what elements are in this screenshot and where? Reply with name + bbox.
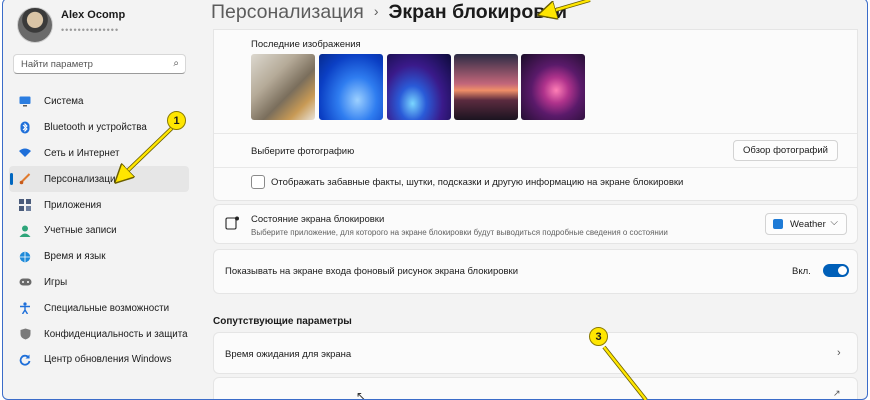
related-settings-title: Сопутствующие параметры [213, 316, 352, 327]
screen-timeout-label: Время ожидания для экрана [225, 349, 352, 360]
search-placeholder: Найти параметр [21, 59, 93, 70]
sidebar-item-time-language[interactable]: Время и язык [9, 244, 189, 270]
chevron-down-icon: ⌵ [830, 217, 838, 228]
search-icon[interactable]: ⌕ [173, 58, 179, 69]
sidebar-item-accounts[interactable]: Учетные записи [9, 218, 189, 244]
annotation-marker-3: 3 [589, 327, 608, 346]
lock-status-title: Состояние экрана блокировки [251, 214, 385, 225]
sidebar-item-label: Персонализация [44, 173, 121, 185]
sidebar-item-label: Время и язык [44, 251, 106, 263]
toggle-state-label: Вкл. [792, 266, 811, 277]
sidebar-item-label: Специальные возможности [44, 302, 170, 314]
screensaver-row[interactable] [213, 377, 858, 399]
search-input[interactable]: Найти параметр ⌕ [13, 54, 186, 74]
recent-image-thumbnail[interactable] [454, 54, 518, 120]
accessibility-icon [18, 301, 32, 315]
breadcrumb-separator: › [373, 3, 379, 19]
sidebar-item-label: Приложения [44, 199, 102, 211]
apps-icon [18, 198, 32, 212]
lock-status-app-select[interactable]: Weather ⌵ [765, 213, 847, 235]
gamepad-icon [18, 275, 32, 289]
brush-icon [18, 172, 32, 186]
bluetooth-icon [18, 121, 32, 135]
avatar[interactable] [17, 7, 53, 43]
signin-background-toggle[interactable] [823, 264, 849, 277]
sidebar-item-label: Учетные записи [44, 225, 117, 237]
divider [214, 133, 857, 134]
recent-image-thumbnail[interactable] [319, 54, 383, 120]
sidebar-item-accessibility[interactable]: Специальные возможности [9, 295, 189, 321]
external-link-icon: ↗ [833, 388, 841, 398]
wifi-icon [18, 146, 32, 160]
sidebar-item-label: Игры [44, 276, 68, 288]
recent-image-thumbnail[interactable] [251, 54, 315, 120]
recent-image-thumbnail[interactable] [387, 54, 451, 120]
toggle-knob [838, 266, 847, 275]
sidebar-item-label: Конфиденциальность и защита [44, 328, 188, 340]
globe-clock-icon [18, 250, 32, 264]
sidebar-item-label: Центр обновления Windows [44, 354, 172, 366]
choose-photo-label: Выберите фотографию [251, 146, 355, 157]
sidebar-item-privacy[interactable]: Конфиденциальность и защита [9, 321, 189, 347]
sidebar-item-label: Bluetooth и устройства [44, 122, 147, 134]
lock-status-description: Выберите приложение, для которого на экр… [251, 228, 668, 237]
breadcrumb: Персонализация › Экран блокировки [211, 1, 567, 24]
lock-status-icon [225, 216, 239, 235]
sidebar-item-personalization[interactable]: Персонализация [9, 166, 189, 193]
breadcrumb-parent[interactable]: Персонализация [211, 1, 364, 23]
sidebar-nav: Система Bluetooth и устройства Сеть и Ин… [9, 89, 189, 373]
browse-photos-button[interactable]: Обзор фотографий [733, 140, 838, 161]
sidebar-item-gaming[interactable]: Игры [9, 270, 189, 296]
settings-window: Alex Ocomp •••••••••••••• Найти параметр… [2, 0, 868, 400]
user-email: •••••••••••••• [61, 25, 120, 35]
lock-status-selected: Weather [790, 219, 826, 230]
sidebar-item-apps[interactable]: Приложения [9, 192, 189, 218]
sidebar-item-label: Система [44, 96, 84, 108]
fun-facts-label: Отображать забавные факты, шутки, подска… [271, 177, 684, 188]
signin-background-label: Показывать на экране входа фоновый рисун… [225, 266, 519, 277]
weather-icon [773, 219, 783, 229]
person-icon [18, 224, 32, 238]
sidebar-item-network[interactable]: Сеть и Интернет [9, 141, 189, 167]
shield-icon [18, 327, 32, 341]
chevron-right-icon: › [837, 347, 841, 359]
monitor-icon [18, 95, 32, 109]
main-content: Персонализация › Экран блокировки Последни… [199, 0, 867, 399]
fun-facts-checkbox[interactable] [251, 175, 265, 189]
sidebar-item-windows-update[interactable]: Центр обновления Windows [9, 347, 189, 373]
update-icon [18, 353, 32, 367]
sidebar: Alex Ocomp •••••••••••••• Найти параметр… [3, 0, 199, 399]
mouse-cursor-icon: ↖ [356, 389, 367, 400]
user-name: Alex Ocomp [61, 9, 126, 21]
recent-images-label: Последние изображения [251, 39, 361, 50]
sidebar-item-label: Сеть и Интернет [44, 147, 120, 159]
page-title: Экран блокировки [388, 1, 567, 23]
sidebar-item-bluetooth[interactable]: Bluetooth и устройства [9, 115, 189, 141]
sidebar-item-system[interactable]: Система [9, 89, 189, 115]
divider [214, 167, 857, 168]
recent-image-thumbnail[interactable] [521, 54, 585, 120]
annotation-marker-1: 1 [167, 111, 186, 130]
